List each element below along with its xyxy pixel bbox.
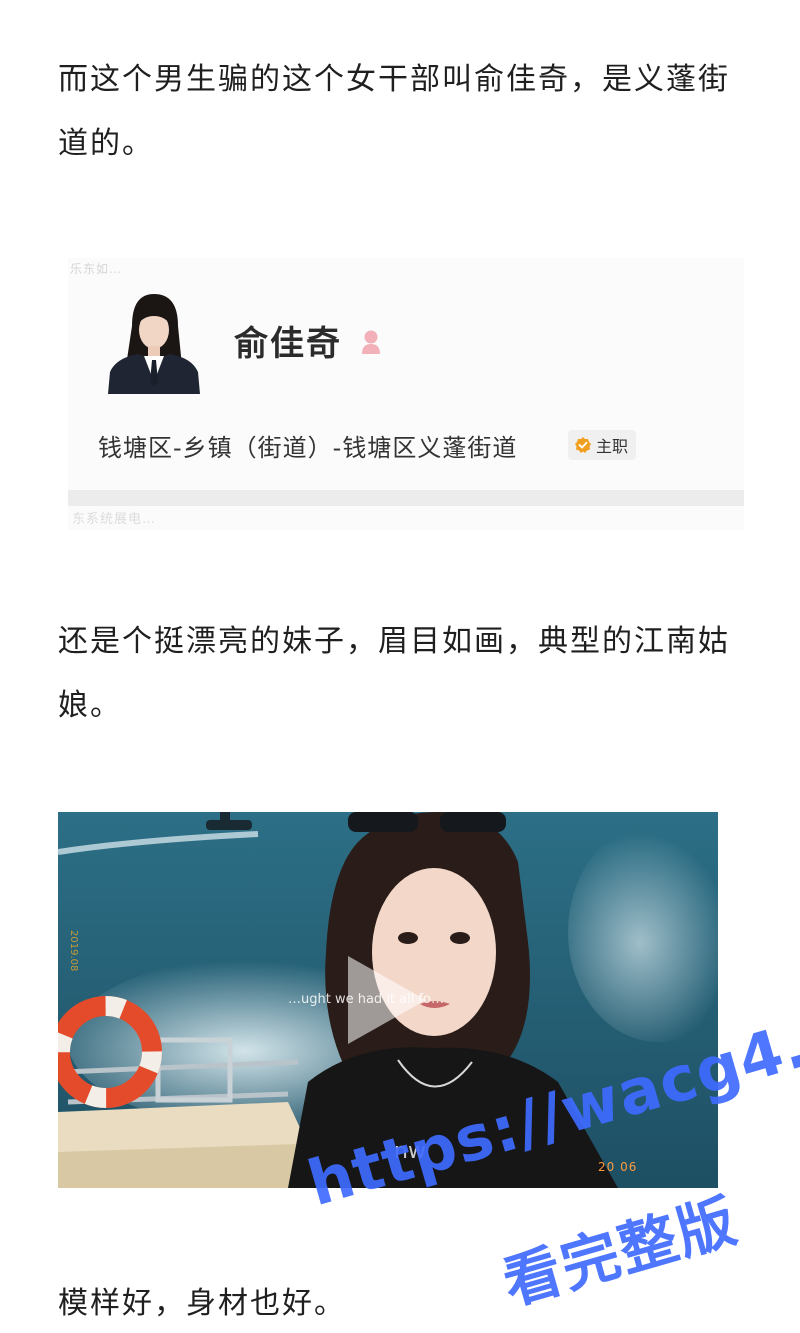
video-timestamp: 20 06 bbox=[598, 1160, 638, 1174]
female-icon bbox=[360, 328, 382, 356]
paragraph-intro: 而这个男生骗的这个女干部叫俞佳奇，是义蓬街道的。 bbox=[58, 62, 730, 161]
faint-header-text: 乐东如… bbox=[70, 262, 123, 274]
faint-footer-text: 东系统展电… bbox=[72, 512, 157, 524]
profile-card-screenshot: 乐东如… 俞佳奇 钱塘区-乡镇（街道）-钱塘区义蓬街道 主职 东系统展电… bbox=[68, 258, 744, 530]
verified-check-icon bbox=[574, 436, 592, 454]
divider-bar bbox=[68, 490, 744, 506]
avatar bbox=[102, 286, 206, 394]
profile-unit: 钱塘区-乡镇（街道）-钱塘区义蓬街道 bbox=[98, 434, 518, 462]
position-badge: 主职 bbox=[568, 430, 637, 460]
video-side-text: 2019.08 bbox=[68, 930, 79, 972]
play-icon[interactable] bbox=[344, 952, 430, 1048]
profile-name: 俞佳奇 bbox=[234, 324, 342, 364]
badge-label: 主职 bbox=[596, 437, 629, 456]
paragraph-description: 还是个挺漂亮的妹子，眉目如画，典型的江南姑娘。 bbox=[58, 624, 730, 723]
